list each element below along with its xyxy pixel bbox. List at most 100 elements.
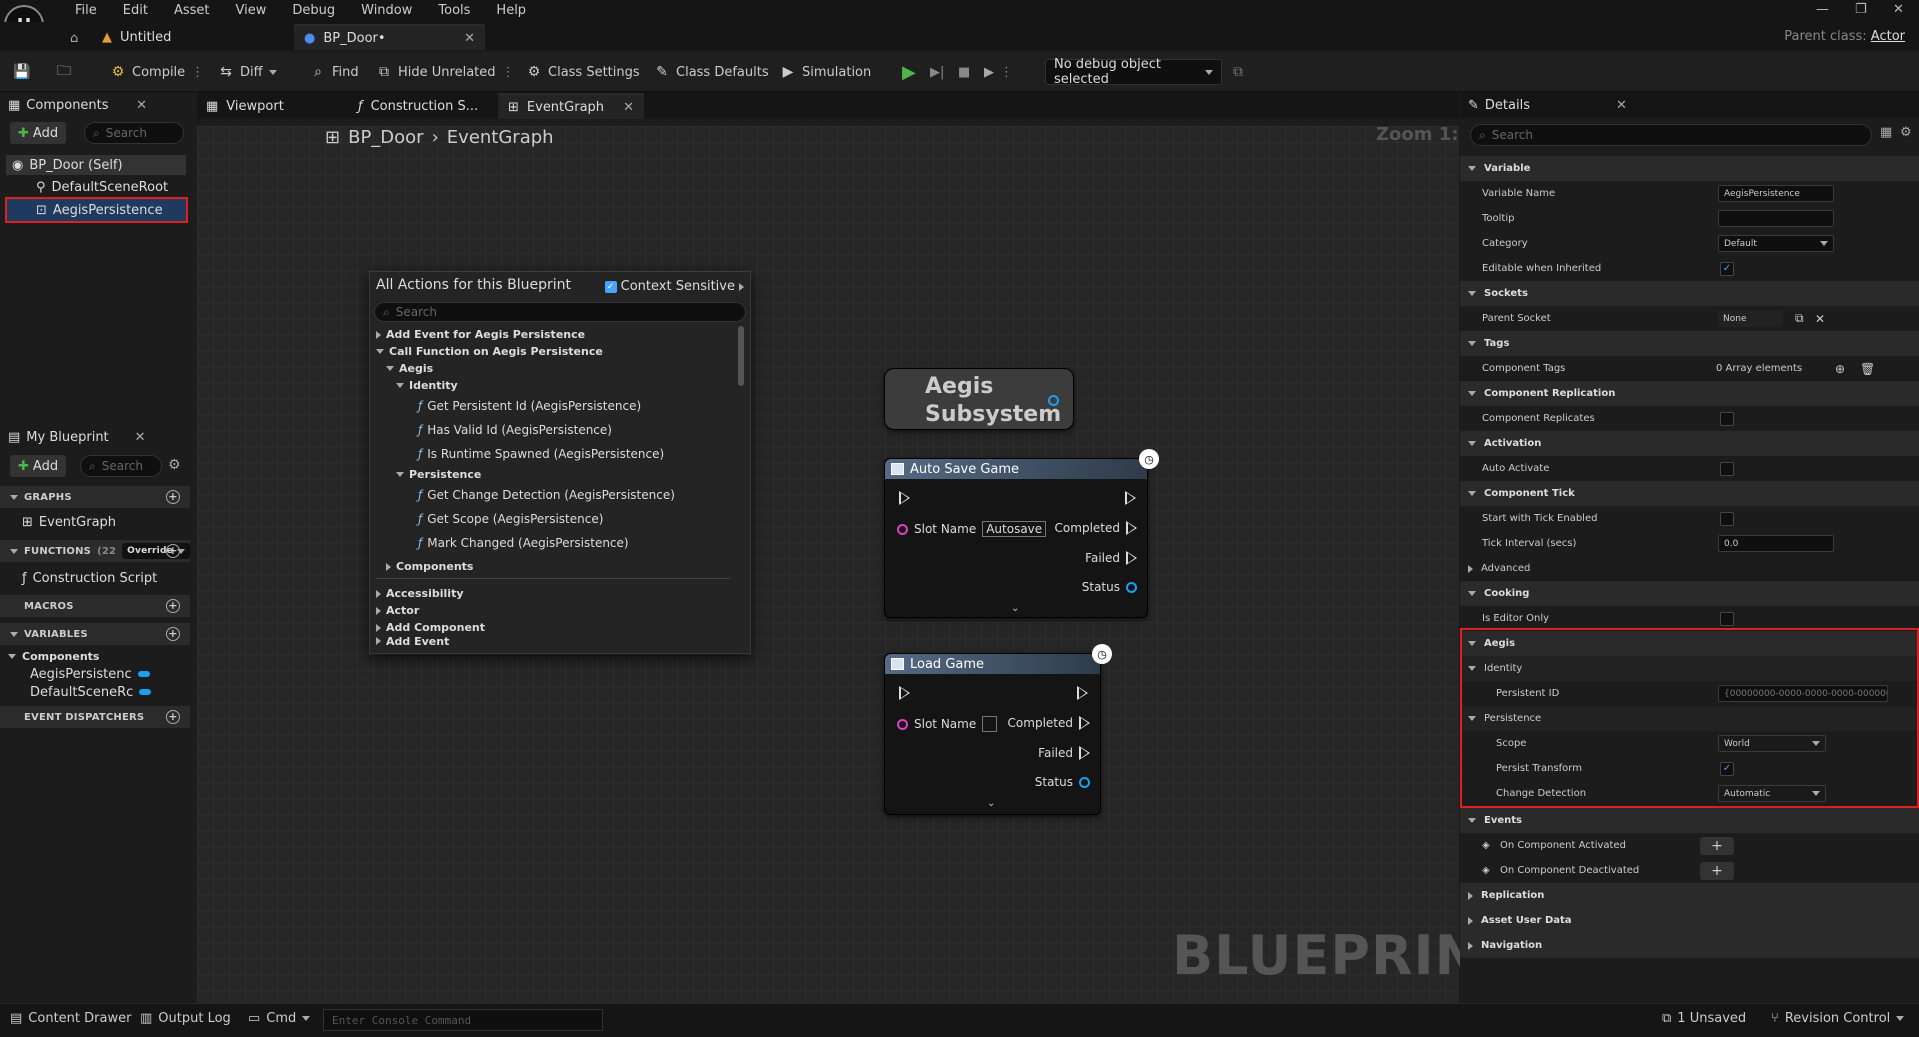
home-icon[interactable]: ⌂ [70,31,78,46]
auto-activate-checkbox[interactable] [1720,461,1734,476]
my-blueprint-search[interactable]: ⌕ Search [80,455,162,477]
add-element-icon[interactable]: ⊕ [1835,362,1845,376]
details-search[interactable]: ⌕ Search [1470,124,1872,146]
clear-socket-icon[interactable]: ✕ [1815,312,1825,326]
failed-exec-pin[interactable] [1079,746,1090,760]
action-is-runtime-spawned[interactable]: ƒ Is Runtime Spawned (AegisPersistence) [376,442,730,466]
action-menu-scrollbar[interactable] [738,326,744,386]
add-event-button[interactable]: + [1700,836,1734,855]
variables-section[interactable]: VARIABLES + [0,623,190,645]
completed-exec-pin[interactable] [1079,716,1090,730]
replicates-checkbox[interactable] [1720,411,1734,426]
add-function-icon[interactable]: + [166,544,180,558]
event-dispatchers-section[interactable]: EVENT DISPATCHERS + [0,706,190,728]
action-add-event[interactable]: Add Event for Aegis Persistence [376,326,730,343]
load-game-node[interactable]: Load Game ◷ Slot Name Completed Failed S… [884,644,1112,815]
action-search[interactable]: ⌕ Search [374,302,746,322]
settings-icon[interactable]: ⚙ [168,457,181,473]
play-button[interactable]: ▶ [902,60,916,84]
macros-section[interactable]: MACROS + [0,595,190,617]
action-category-add-event[interactable]: Add Event [376,636,730,646]
menu-file[interactable]: File [62,3,110,18]
event-graph-item[interactable]: ⊞ EventGraph [22,512,116,532]
functions-section[interactable]: FUNCTIONS (22 Override + [0,540,190,562]
details-category-activation[interactable]: Activation [1460,431,1919,456]
string-pin-icon[interactable] [897,523,908,535]
details-category-sockets[interactable]: Sockets [1460,281,1919,306]
debug-object-select[interactable]: No debug object selected [1045,57,1222,87]
action-category-actor[interactable]: Actor [376,602,730,619]
hide-unrelated-button[interactable]: ⧉ Hide Unrelated ⋮ [376,60,515,84]
tab-event-graph[interactable]: ⊞ EventGraph ✕ [498,93,644,119]
action-category-identity[interactable]: Identity [376,377,730,394]
tick-interval-input[interactable]: 0.0 [1718,535,1834,552]
unsaved-button[interactable]: ⧉ 1 Unsaved [1662,1011,1746,1026]
editor-only-checkbox[interactable] [1720,611,1734,626]
compile-options-icon[interactable]: ⋮ [191,65,204,80]
completed-exec-pin[interactable] [1126,521,1137,535]
save-icon[interactable]: 💾 [13,60,30,84]
add-variable-icon[interactable]: + [166,627,180,641]
action-get-persistent-id[interactable]: ƒ Get Persistent Id (AegisPersistence) [376,394,730,418]
add-event-button[interactable]: + [1700,861,1734,880]
tab-bp-door[interactable]: ● BP_Door• ✕ [294,24,485,50]
exec-input-pin[interactable] [899,491,910,505]
exec-output-pin[interactable] [1125,491,1136,505]
details-category-replication[interactable]: Replication [1460,883,1919,908]
add-macro-icon[interactable]: + [166,599,180,613]
add-graph-icon[interactable]: + [166,490,180,504]
restore-icon[interactable]: ❐ [1855,2,1867,17]
property-matrix-icon[interactable]: ▦ [1880,125,1892,140]
menu-asset[interactable]: Asset [161,3,223,18]
status-output-pin[interactable] [1126,581,1137,593]
status-output-pin[interactable] [1079,776,1090,788]
class-settings-button[interactable]: ⚙ Class Settings [526,60,640,84]
revision-control-button[interactable]: ⑂ Revision Control [1771,1011,1905,1026]
compile-button[interactable]: ⚙ Compile ⋮ [110,60,204,84]
action-category-aegis[interactable]: Aegis [376,360,730,377]
details-category-cooking[interactable]: Cooking [1460,581,1919,606]
debug-browse-icon[interactable]: ⧉ [1230,60,1246,84]
minimize-icon[interactable]: — [1816,2,1829,17]
variable-name-input[interactable]: AegisPersistence [1718,185,1834,202]
close-tab-icon[interactable]: ✕ [464,31,475,46]
expand-chevron-icon[interactable]: ⌄ [1011,603,1019,614]
cmd-dropdown[interactable]: ▭ Cmd [248,1011,311,1026]
simulation-button[interactable]: ▶ Simulation [780,60,872,84]
prop-advanced[interactable]: Advanced [1460,556,1919,581]
tab-viewport[interactable]: ▦ Viewport [196,93,342,119]
variable-aegispersistence[interactable]: AegisPersistenc [30,664,150,684]
parent-class-link[interactable]: Actor [1871,29,1905,44]
tab-untitled[interactable]: ▲ Untitled [92,24,181,50]
components-category[interactable]: Components [8,646,99,666]
stop-button[interactable]: ■ [958,60,970,84]
category-select[interactable]: Default [1718,235,1834,252]
add-component-button[interactable]: ✚ Add [10,122,67,144]
menu-help[interactable]: Help [483,3,539,18]
play-options-icon[interactable]: ⋮ [1000,65,1013,80]
add-dispatcher-icon[interactable]: + [166,710,180,724]
output-log-button[interactable]: ▥ Output Log [140,1011,231,1026]
details-category-navigation[interactable]: Navigation [1460,933,1919,958]
details-category-variable[interactable]: Variable [1460,156,1919,181]
menu-tools[interactable]: Tools [425,3,483,18]
details-category-asset-user-data[interactable]: Asset User Data [1460,908,1919,933]
subsystem-output-pin[interactable] [1048,395,1059,406]
aegis-subsystem-node[interactable]: Aegis Subsystem [884,368,1074,430]
action-get-scope[interactable]: ƒ Get Scope (AegisPersistence) [376,507,730,531]
construction-script-item[interactable]: ƒ Construction Script [22,568,157,588]
class-defaults-button[interactable]: ✎ Class Defaults [654,60,768,84]
expand-chevron-icon[interactable]: ⌄ [987,798,995,809]
action-category-add-component[interactable]: Add Component [376,619,730,636]
graphs-section[interactable]: GRAPHS + [0,486,190,508]
close-icon[interactable]: ✕ [135,430,146,445]
details-category-events[interactable]: Events [1460,808,1919,833]
diff-button[interactable]: ⇆ Diff [218,60,277,84]
action-has-valid-id[interactable]: ƒ Has Valid Id (AegisPersistence) [376,418,730,442]
menu-edit[interactable]: Edit [110,3,161,18]
menu-view[interactable]: View [223,3,280,18]
menu-debug[interactable]: Debug [279,3,348,18]
context-sensitive-toggle[interactable]: ✓ Context Sensitive [604,279,744,294]
action-get-change-detection[interactable]: ƒ Get Change Detection (AegisPersistence) [376,483,730,507]
close-icon[interactable]: ✕ [1616,98,1627,113]
